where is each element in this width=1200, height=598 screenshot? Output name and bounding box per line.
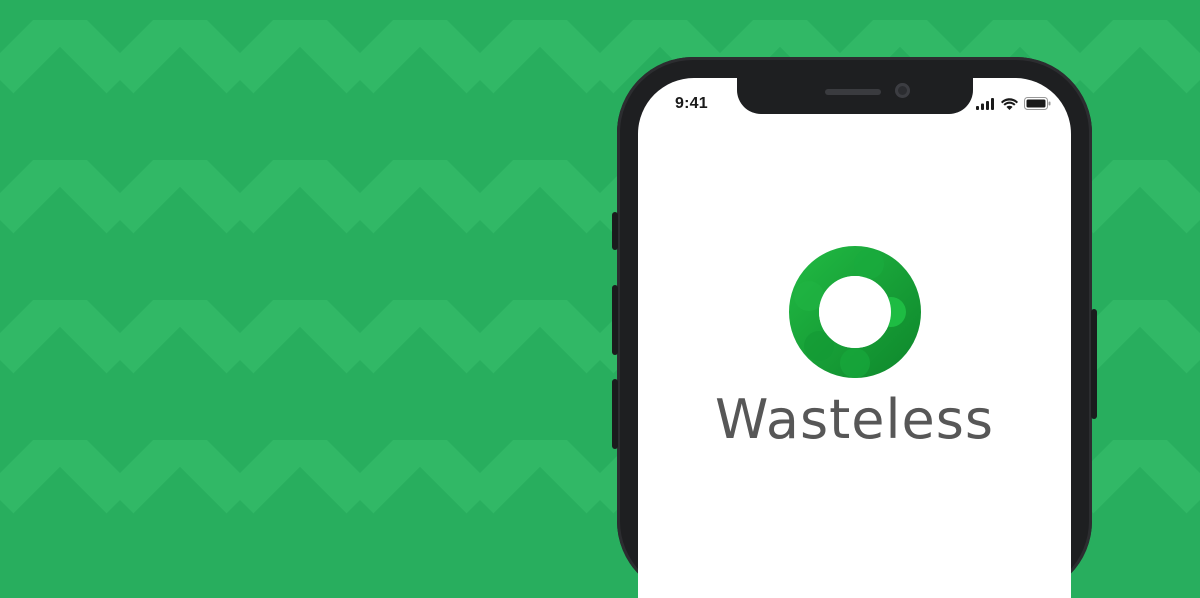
- status-bar-time: 9:41: [675, 95, 708, 112]
- wasteless-logo-ring: [789, 246, 921, 378]
- phone-notch: [737, 78, 973, 114]
- front-camera-icon: [895, 83, 910, 98]
- phone-mockup: 9:41 Wasteless: [612, 57, 1097, 598]
- speaker-grille: [825, 89, 881, 95]
- brand-name: Wasteless: [714, 388, 995, 451]
- phone-mute-switch: [612, 212, 618, 250]
- wifi-icon: [1001, 97, 1018, 110]
- phone-power-button: [1091, 309, 1097, 419]
- status-bar-icons: [976, 97, 1051, 110]
- phone-volume-down-button: [612, 379, 618, 449]
- phone-screen: 9:41 Wasteless: [638, 78, 1071, 598]
- battery-icon: [1024, 97, 1051, 110]
- phone-volume-up-button: [612, 285, 618, 355]
- cellular-signal-icon: [976, 97, 994, 110]
